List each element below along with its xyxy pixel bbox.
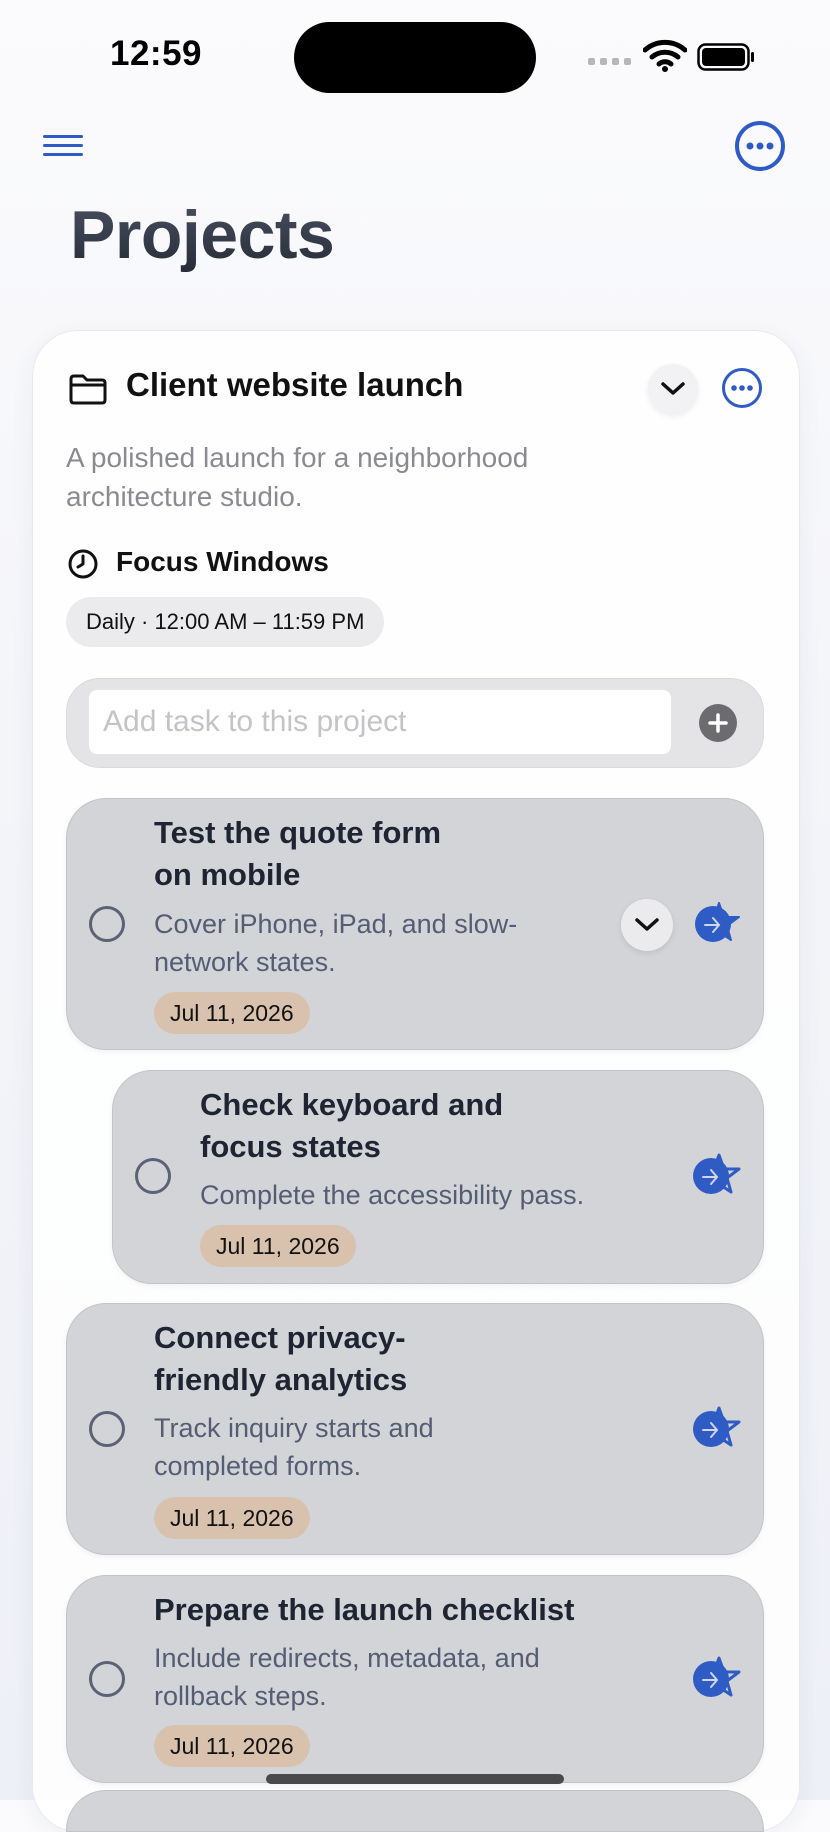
task-note: Include redirects, metadata, and rollbac…: [154, 1643, 540, 1711]
star-icon[interactable]: [689, 1152, 741, 1200]
clock-icon: [68, 549, 98, 579]
task-note: Cover iPhone, iPad, and slow-network sta…: [154, 909, 518, 977]
dynamic-island: [294, 22, 536, 93]
task-date: Jul 11, 2026: [216, 1232, 340, 1259]
task-title: Check keyboard and focus states: [200, 1087, 504, 1164]
status-time: 12:59: [110, 34, 203, 73]
page-title: Projects: [70, 197, 335, 273]
task-date-badge: Jul 11, 2026: [200, 1225, 356, 1267]
task-date: Jul 11, 2026: [170, 1504, 294, 1531]
focus-windows-heading: Focus Windows: [116, 546, 329, 577]
task-date-badge: Jul 11, 2026: [154, 1497, 310, 1539]
star-icon[interactable]: [689, 1405, 741, 1453]
focus-window-pill[interactable]: Daily · 12:00 AM – 11:59 PM: [66, 597, 385, 647]
home-indicator[interactable]: [266, 1774, 564, 1784]
hamburger-icon[interactable]: [41, 131, 87, 161]
task-checkbox[interactable]: [89, 1411, 125, 1447]
task-note: Complete the accessibility pass.: [200, 1180, 585, 1210]
task-note: Track inquiry starts and completed forms…: [154, 1413, 434, 1481]
task-date: Jul 11, 2026: [170, 999, 294, 1026]
wifi-icon: [643, 39, 687, 72]
task-date-badge: Jul 11, 2026: [154, 1725, 310, 1767]
task-date: Jul 11, 2026: [170, 1732, 294, 1759]
cellular-signal-icon: [588, 58, 631, 65]
chevron-down-icon: [661, 382, 685, 395]
add-task-input[interactable]: [89, 690, 671, 754]
project-name: Client website launch: [126, 366, 464, 403]
project-collapse-button[interactable]: [648, 364, 698, 414]
project-more-icon[interactable]: [721, 367, 763, 409]
task-expand-button[interactable]: [621, 899, 673, 951]
chevron-down-icon: [635, 918, 659, 931]
battery-icon: [697, 43, 754, 71]
task-title: Test the quote form on mobile: [154, 815, 442, 892]
focus-window-label: Daily · 12:00 AM – 11:59 PM: [86, 609, 365, 634]
ellipsis-circle-icon[interactable]: [734, 120, 786, 172]
folder-icon: [69, 374, 107, 405]
star-icon[interactable]: [689, 1655, 741, 1703]
star-icon[interactable]: [689, 900, 741, 948]
task-checkbox[interactable]: [135, 1158, 171, 1194]
status-bar: 12:59: [0, 0, 830, 100]
task-card-partial[interactable]: [66, 1790, 764, 1832]
task-checkbox[interactable]: [89, 1661, 125, 1697]
task-date-badge: Jul 11, 2026: [154, 992, 310, 1034]
task-title: Connect privacy-friendly analytics: [154, 1320, 408, 1397]
task-checkbox[interactable]: [89, 906, 125, 942]
plus-circle-icon[interactable]: [698, 703, 738, 743]
task-title: Prepare the launch checklist: [154, 1592, 575, 1627]
project-description: A polished launch for a neighborhood arc…: [66, 442, 529, 512]
